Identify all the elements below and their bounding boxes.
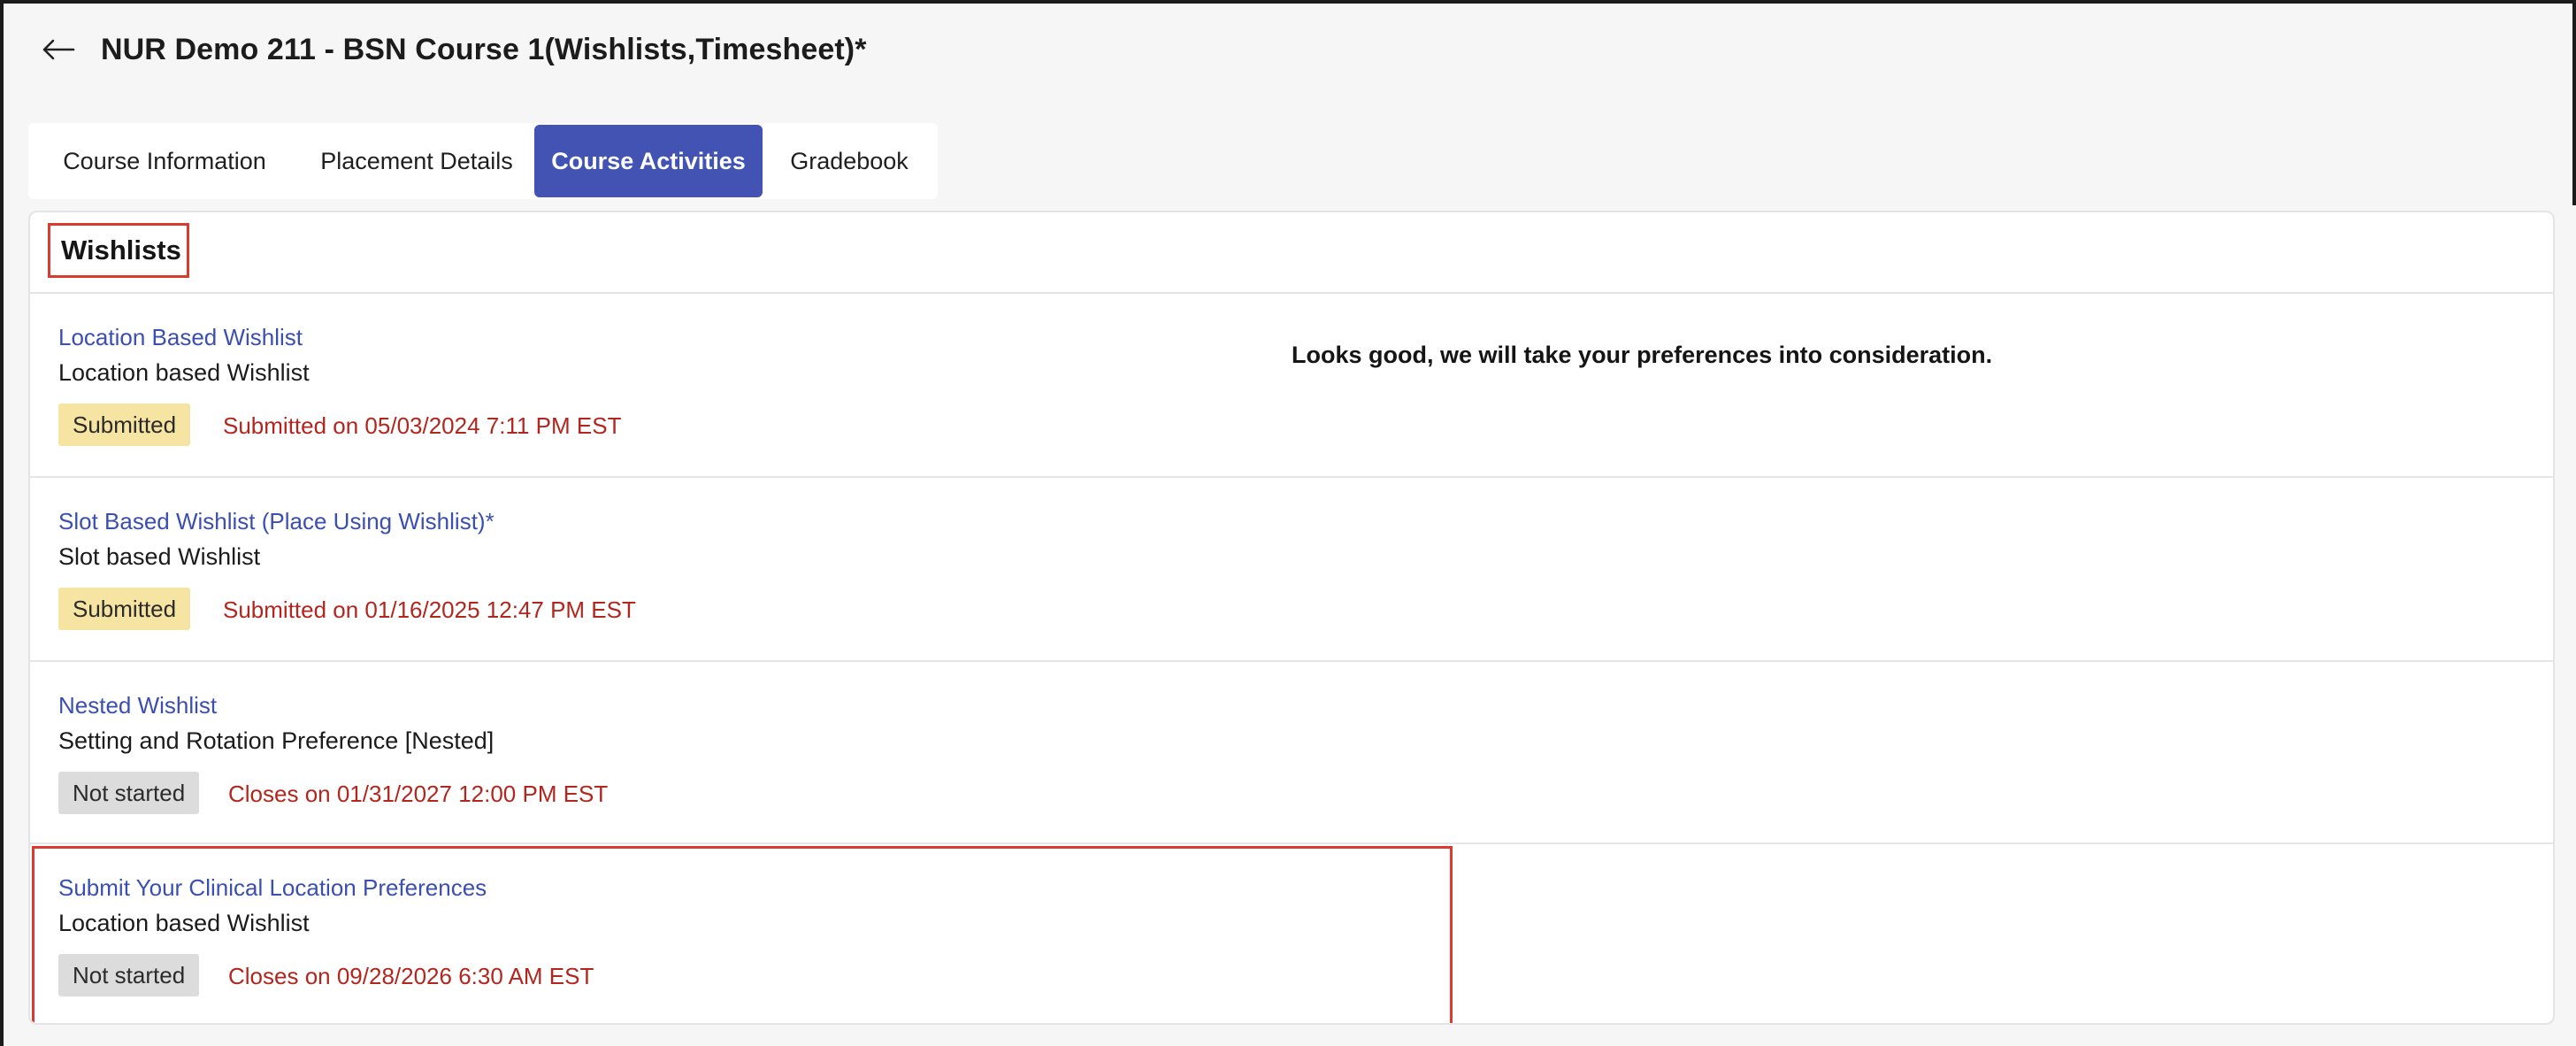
- wishlist-link[interactable]: Submit Your Clinical Location Preference…: [58, 874, 487, 902]
- status-detail: Submitted on 05/03/2024 7:11 PM EST: [223, 412, 622, 439]
- wishlist-row: Nested Wishlist Setting and Rotation Pre…: [30, 662, 2553, 844]
- panel-header: Wishlists: [30, 212, 2553, 294]
- wishlists-panel: Wishlists Location Based Wishlist Locati…: [28, 211, 2555, 1025]
- tab-course-activities[interactable]: Course Activities: [534, 125, 763, 197]
- tab-gradebook[interactable]: Gradebook: [763, 125, 936, 197]
- section-title: Wishlists: [61, 235, 181, 265]
- status-detail: Closes on 01/31/2027 12:00 PM EST: [228, 781, 609, 807]
- back-button[interactable]: [39, 30, 78, 69]
- status-badge: Not started: [58, 954, 200, 996]
- course-tabs: Course Information Placement Details Cou…: [28, 123, 938, 199]
- wishlist-link[interactable]: Location Based Wishlist: [58, 324, 303, 351]
- wishlist-row: Location Based Wishlist Location based W…: [30, 294, 2553, 478]
- status-detail: Closes on 09/28/2026 6:30 AM EST: [228, 963, 594, 989]
- tab-placement-details[interactable]: Placement Details: [299, 125, 534, 197]
- wishlist-type: Slot based Wishlist: [58, 543, 261, 570]
- wishlist-row: Slot Based Wishlist (Place Using Wishlis…: [30, 478, 2553, 662]
- wishlist-type: Location based Wishlist: [58, 910, 310, 936]
- status-detail: Submitted on 01/16/2025 12:47 PM EST: [223, 596, 636, 623]
- status-badge: Submitted: [58, 404, 191, 446]
- window-frame-right: [2572, 0, 2576, 205]
- wishlist-link[interactable]: Slot Based Wishlist (Place Using Wishlis…: [58, 508, 494, 535]
- tab-course-information[interactable]: Course Information: [30, 125, 299, 197]
- status-badge: Submitted: [58, 588, 191, 630]
- wishlist-type: Setting and Rotation Preference [Nested]: [58, 727, 494, 754]
- window-frame-left: [0, 0, 4, 1046]
- window-frame-top: [0, 0, 2576, 4]
- section-title-highlight: Wishlists: [48, 223, 189, 278]
- arrow-left-icon: [42, 39, 75, 60]
- feedback-text: Looks good, we will take your preference…: [1292, 342, 1993, 368]
- wishlist-type: Location based Wishlist: [58, 359, 310, 386]
- wishlist-row: Submit Your Clinical Location Preference…: [30, 844, 2553, 1023]
- page-header: NUR Demo 211 - BSN Course 1(Wishlists,Ti…: [39, 23, 867, 76]
- page-title: NUR Demo 211 - BSN Course 1(Wishlists,Ti…: [101, 32, 867, 66]
- status-badge: Not started: [58, 772, 200, 814]
- wishlist-link[interactable]: Nested Wishlist: [58, 692, 217, 719]
